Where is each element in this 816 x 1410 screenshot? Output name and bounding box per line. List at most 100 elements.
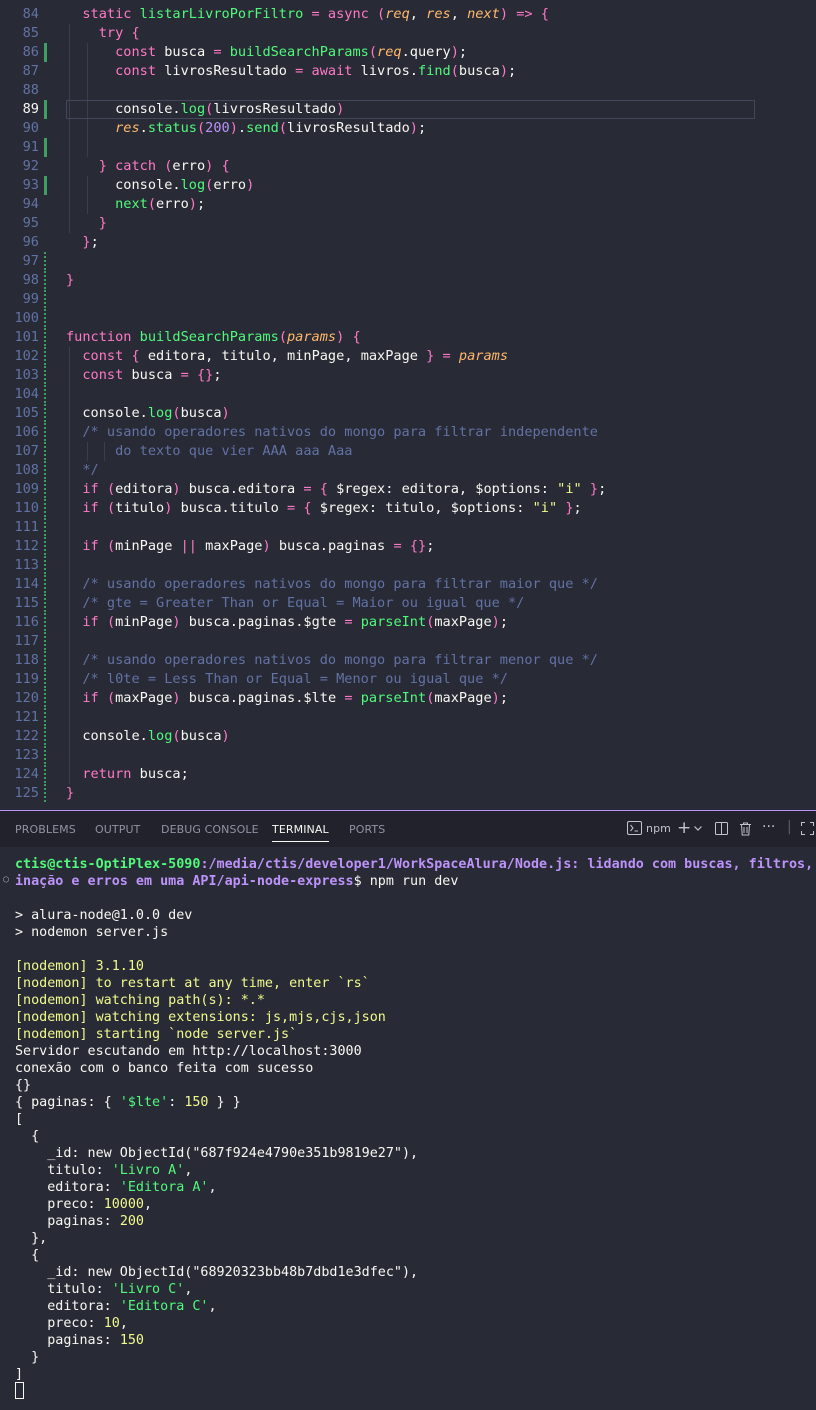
line-number: 107 xyxy=(14,443,39,459)
git-change-marker[interactable] xyxy=(44,727,46,746)
indent-guide xyxy=(87,100,88,119)
code-line[interactable]: 93 console.log(erro) xyxy=(0,176,816,195)
code-line[interactable]: 84 static listarLivroPorFiltro = async (… xyxy=(0,5,816,24)
git-change-marker[interactable] xyxy=(44,594,46,613)
code-line[interactable]: 107 do texto que vier AAA aaa Aaa xyxy=(0,442,816,461)
code-line[interactable]: 124 return busca; xyxy=(0,765,816,784)
code-line[interactable]: 92 } catch (erro) { xyxy=(0,157,816,176)
terminal-line: editora: 'Editora C', xyxy=(15,1299,217,1314)
git-change-marker[interactable] xyxy=(44,670,46,689)
git-change-marker[interactable] xyxy=(44,100,47,119)
code-line[interactable]: 88 xyxy=(0,81,816,100)
code-line[interactable]: 91 xyxy=(0,138,816,157)
code-line[interactable]: 101 function buildSearchParams(params) { xyxy=(0,328,816,347)
code-line[interactable]: 90 res.status(200).send(livrosResultado)… xyxy=(0,119,816,138)
terminal-line: Servidor escutando em http://localhost:3… xyxy=(15,1044,362,1059)
code-line[interactable]: 96 }; xyxy=(0,233,816,252)
command-decoration-icon[interactable]: ○ xyxy=(3,874,9,885)
trash-icon[interactable] xyxy=(739,822,752,840)
code-line[interactable]: 103 const busca = {}; xyxy=(0,366,816,385)
tab-debug-console[interactable]: DEBUG CONSOLE xyxy=(161,823,259,836)
more-icon[interactable]: ··· xyxy=(762,819,775,835)
git-change-marker[interactable] xyxy=(44,632,46,651)
code-line[interactable]: 111 xyxy=(0,518,816,537)
code-text: if (editora) busca.editora = { $regex: e… xyxy=(82,481,607,497)
tab-problems[interactable]: PROBLEMS xyxy=(15,823,76,836)
tab-terminal[interactable]: TERMINAL xyxy=(272,823,329,842)
git-change-marker[interactable] xyxy=(44,366,46,385)
code-line[interactable]: 123 xyxy=(0,746,816,765)
terminal-name[interactable]: npm xyxy=(646,822,671,835)
code-line[interactable]: 100 xyxy=(0,309,816,328)
code-line[interactable]: 118 /* usando operadores nativos do mong… xyxy=(0,651,816,670)
code-line[interactable]: 120 if (maxPage) busca.paginas.$lte = pa… xyxy=(0,689,816,708)
git-change-marker[interactable] xyxy=(44,442,46,461)
indent-guide xyxy=(69,518,70,537)
code-line[interactable]: 85 try { xyxy=(0,24,816,43)
indent-guide xyxy=(69,556,70,575)
code-line[interactable]: 117 xyxy=(0,632,816,651)
git-change-marker[interactable] xyxy=(44,765,46,784)
code-line[interactable]: 94 next(erro); xyxy=(0,195,816,214)
code-line[interactable]: 125} xyxy=(0,784,816,803)
code-line[interactable]: 104 xyxy=(0,385,816,404)
chevron-down-icon[interactable] xyxy=(693,821,703,837)
code-line[interactable]: 95 } xyxy=(0,214,816,233)
code-line[interactable]: 102 const { editora, titulo, minPage, ma… xyxy=(0,347,816,366)
code-line[interactable]: 114 /* usando operadores nativos do mong… xyxy=(0,575,816,594)
git-change-marker[interactable] xyxy=(44,708,46,727)
code-line[interactable]: 119 /* l0te = Less Than or Equal = Menor… xyxy=(0,670,816,689)
code-line[interactable]: 113 xyxy=(0,556,816,575)
split-icon[interactable] xyxy=(715,822,728,839)
terminal-output[interactable]: ctis@ctis-OptiPlex-5090:/media/ctis/deve… xyxy=(0,847,816,1410)
code-line[interactable]: 89 console.log(livrosResultado) xyxy=(0,100,816,119)
git-change-marker[interactable] xyxy=(44,271,46,290)
git-change-marker[interactable] xyxy=(44,480,46,499)
terminal-icon[interactable] xyxy=(627,821,642,839)
code-line[interactable]: 110 if (titulo) busca.titulo = { $regex:… xyxy=(0,499,816,518)
git-change-marker[interactable] xyxy=(44,784,46,803)
code-line[interactable]: 106 /* usando operadores nativos do mong… xyxy=(0,423,816,442)
git-change-marker[interactable] xyxy=(44,385,46,404)
maximize-icon[interactable] xyxy=(801,822,814,839)
code-line[interactable]: 99 xyxy=(0,290,816,309)
git-change-marker[interactable] xyxy=(44,404,46,423)
code-line[interactable]: 108 */ xyxy=(0,461,816,480)
git-change-marker[interactable] xyxy=(44,575,46,594)
git-change-marker[interactable] xyxy=(44,537,46,556)
code-line[interactable]: 116 if (minPage) busca.paginas.$gte = pa… xyxy=(0,613,816,632)
git-change-marker[interactable] xyxy=(44,328,46,347)
git-change-marker[interactable] xyxy=(44,176,47,195)
code-line[interactable]: 98} xyxy=(0,271,816,290)
git-change-marker[interactable] xyxy=(44,499,46,518)
git-change-marker[interactable] xyxy=(44,651,46,670)
git-change-marker[interactable] xyxy=(44,43,47,62)
git-change-marker[interactable] xyxy=(44,252,46,271)
code-line[interactable]: 105 console.log(busca) xyxy=(0,404,816,423)
code-line[interactable]: 109 if (editora) busca.editora = { $rege… xyxy=(0,480,816,499)
git-change-marker[interactable] xyxy=(44,347,46,366)
git-change-marker[interactable] xyxy=(44,518,46,537)
git-change-marker[interactable] xyxy=(44,461,46,480)
code-lines[interactable]: 84 static listarLivroPorFiltro = async (… xyxy=(0,5,816,803)
plus-icon[interactable]: + xyxy=(677,818,691,838)
git-change-marker[interactable] xyxy=(44,556,46,575)
git-change-marker[interactable] xyxy=(44,423,46,442)
code-editor[interactable]: 84 static listarLivroPorFiltro = async (… xyxy=(0,0,816,810)
code-line[interactable]: 122 console.log(busca) xyxy=(0,727,816,746)
tab-output[interactable]: OUTPUT xyxy=(95,823,140,836)
code-line[interactable]: 112 if (minPage || maxPage) busca.pagina… xyxy=(0,537,816,556)
code-line[interactable]: 87 const livrosResultado = await livros.… xyxy=(0,62,816,81)
code-line[interactable]: 121 xyxy=(0,708,816,727)
git-change-marker[interactable] xyxy=(44,613,46,632)
code-line[interactable]: 86 const busca = buildSearchParams(req.q… xyxy=(0,43,816,62)
git-change-marker[interactable] xyxy=(44,290,46,309)
git-change-marker[interactable] xyxy=(44,689,46,708)
line-number: 120 xyxy=(14,690,39,706)
code-line[interactable]: 115 /* gte = Greater Than or Equal = Mai… xyxy=(0,594,816,613)
tab-ports[interactable]: PORTS xyxy=(349,823,385,836)
git-change-marker[interactable] xyxy=(44,746,46,765)
git-change-marker[interactable] xyxy=(44,138,47,157)
git-change-marker[interactable] xyxy=(44,309,46,328)
code-line[interactable]: 97 xyxy=(0,252,816,271)
